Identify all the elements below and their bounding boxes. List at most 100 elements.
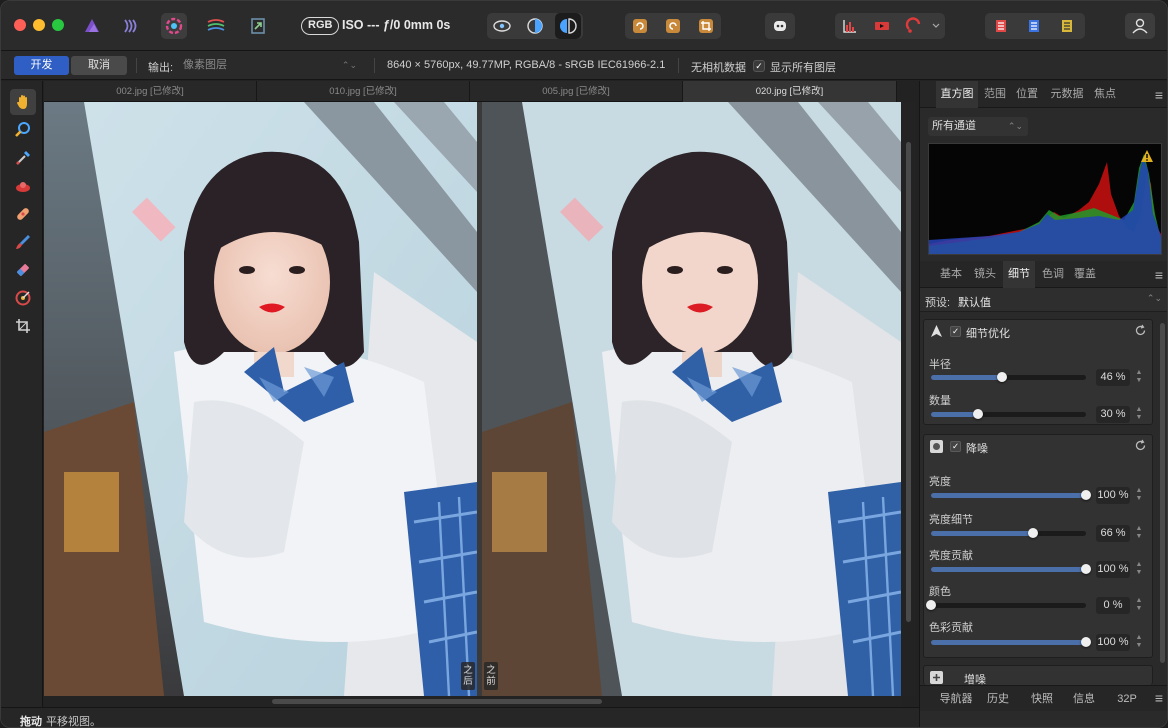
preset-row[interactable]: 预设: 默认值 ⌃⌄ (920, 288, 1167, 312)
tone-mapping-persona-icon[interactable] (203, 13, 229, 39)
color-contribution-value[interactable]: 100 % (1096, 634, 1130, 651)
reset-icon[interactable] (1134, 324, 1147, 337)
detail-refinement-checkbox[interactable]: ✓ (950, 326, 961, 337)
luminance-detail-stepper[interactable]: ▲ ▼ (1134, 525, 1144, 542)
user-icon[interactable] (1125, 13, 1155, 39)
radius-slider[interactable] (931, 372, 1086, 382)
zoom-tool-icon[interactable] (10, 117, 36, 143)
amount-slider[interactable] (931, 409, 1086, 419)
vertical-scrollbar[interactable] (902, 102, 915, 696)
color-stepper[interactable]: ▲ ▼ (1134, 597, 1144, 614)
amount-stepper[interactable]: ▲ ▼ (1134, 406, 1144, 423)
slider-knob[interactable] (997, 372, 1008, 382)
tab-020[interactable]: 020.jpg [已修改] (683, 81, 897, 102)
tab-histogram[interactable]: 直方图 (936, 81, 978, 108)
slider-knob[interactable] (1081, 564, 1091, 574)
tab-005[interactable]: 005.jpg [已修改] (470, 81, 683, 102)
color-slider[interactable] (926, 600, 1086, 610)
rotate-right-icon[interactable] (660, 13, 686, 39)
channel-select[interactable]: 所有通道 ⌃⌄ (928, 117, 1028, 136)
detail-refinement-header[interactable]: ✓ 细节优化 (924, 320, 1152, 344)
panel-menu-icon[interactable]: ≡ (1155, 267, 1163, 283)
tab-002[interactable]: 002.jpg [已修改] (44, 81, 257, 102)
liquify-persona-icon[interactable] (119, 13, 145, 39)
add-noise-header[interactable]: 增噪 (924, 666, 1152, 685)
tab-scope[interactable]: 范围 (980, 81, 1010, 108)
tab-overlays[interactable]: 覆盖 (1070, 261, 1100, 288)
clipping-dropdown-chevron-icon[interactable] (929, 13, 943, 39)
luminance-value[interactable]: 100 % (1096, 487, 1130, 504)
tab-010[interactable]: 010.jpg [已修改] (257, 81, 470, 102)
tab-tones[interactable]: 色调 (1038, 261, 1068, 288)
noise-reduction-header[interactable]: ✓ 降噪 (924, 435, 1152, 459)
show-all-layers-checkbox[interactable]: ✓ (753, 60, 765, 72)
color-value[interactable]: 0 % (1096, 597, 1130, 614)
radius-value[interactable]: 46 % (1096, 369, 1130, 386)
view-tool-icon[interactable] (10, 89, 36, 115)
tab-details[interactable]: 细节 (1003, 261, 1035, 288)
tab-position[interactable]: 位置 (1012, 81, 1042, 108)
clipping-icon[interactable] (837, 13, 863, 39)
reset-icon[interactable] (1134, 439, 1147, 452)
assistant-icon[interactable] (767, 13, 793, 39)
export-persona-icon[interactable] (245, 13, 271, 39)
noise-reduction-checkbox[interactable]: ✓ (950, 441, 961, 452)
overlay-paint-tool-icon[interactable] (10, 229, 36, 255)
tab-lens[interactable]: 镜头 (970, 261, 1000, 288)
luminance-contribution-value[interactable]: 100 % (1096, 561, 1130, 578)
slider-knob[interactable] (1028, 528, 1039, 538)
develop-button[interactable]: 开发 (14, 56, 69, 75)
tab-basic[interactable]: 基本 (936, 261, 966, 288)
close-window-button[interactable] (14, 19, 26, 31)
panel-menu-icon[interactable]: ≡ (1155, 87, 1163, 103)
designer-persona-icon[interactable] (79, 13, 105, 39)
shadow-clip-icon[interactable] (901, 13, 927, 39)
luminance-detail-slider[interactable] (931, 528, 1086, 538)
luminance-slider[interactable] (931, 490, 1091, 500)
vertical-scroll-thumb[interactable] (906, 142, 911, 622)
slider-knob[interactable] (972, 409, 983, 419)
horizontal-scrollbar[interactable] (44, 696, 902, 707)
minimize-window-button[interactable] (33, 19, 45, 31)
tab-metadata[interactable]: 元数据 (1046, 81, 1088, 108)
crop-icon[interactable] (693, 13, 719, 39)
develop-persona-icon[interactable] (161, 13, 187, 39)
amount-value[interactable]: 30 % (1096, 406, 1130, 423)
luminance-contribution-stepper[interactable]: ▲ ▼ (1134, 561, 1144, 578)
cancel-button[interactable]: 取消 (71, 56, 127, 75)
white-balance-tool-icon[interactable] (10, 145, 36, 171)
red-eye-tool-icon[interactable] (10, 173, 36, 199)
horizontal-scroll-thumb[interactable] (272, 699, 602, 704)
document-canvas[interactable]: 之后 之前 (44, 102, 901, 696)
slider-knob[interactable] (1081, 637, 1091, 647)
split-view-icon[interactable] (522, 13, 548, 39)
luminance-stepper[interactable]: ▲ ▼ (1134, 487, 1144, 504)
tab-focus[interactable]: 焦点 (1090, 81, 1120, 108)
color-adjust-icon[interactable] (1021, 13, 1047, 39)
luminance-contribution-slider[interactable] (931, 564, 1091, 574)
output-select[interactable]: 像素图层 ⌃⌄ (183, 56, 363, 75)
panel-menu-icon[interactable]: ≡ (1155, 690, 1163, 706)
overlay-gradient-tool-icon[interactable] (10, 285, 36, 311)
highlight-icon[interactable] (869, 13, 895, 39)
mirror-view-icon[interactable] (555, 13, 581, 39)
overlay-erase-tool-icon[interactable] (10, 257, 36, 283)
tab-info[interactable]: 信息 (1068, 686, 1100, 712)
view-original-icon[interactable] (489, 13, 515, 39)
radius-stepper[interactable]: ▲ ▼ (1134, 369, 1144, 386)
tab-history[interactable]: 历史 (982, 686, 1014, 712)
color-contribution-stepper[interactable]: ▲ ▼ (1134, 634, 1144, 651)
zoom-window-button[interactable] (52, 19, 64, 31)
rotate-left-icon[interactable] (627, 13, 653, 39)
slider-knob[interactable] (1081, 490, 1091, 500)
luminance-detail-value[interactable]: 66 % (1096, 525, 1130, 542)
crop-tool-icon[interactable] (10, 313, 36, 339)
panel-scroll-thumb[interactable] (1160, 323, 1165, 663)
slider-knob[interactable] (926, 600, 936, 610)
tab-snapshots[interactable]: 快照 (1026, 686, 1058, 712)
color-mask-icon[interactable] (1054, 13, 1080, 39)
blemish-tool-icon[interactable] (10, 201, 36, 227)
tab-navigator[interactable]: 导航器 (934, 686, 978, 712)
color-contribution-slider[interactable] (931, 637, 1091, 647)
panel-scrollbar[interactable] (1158, 319, 1166, 679)
